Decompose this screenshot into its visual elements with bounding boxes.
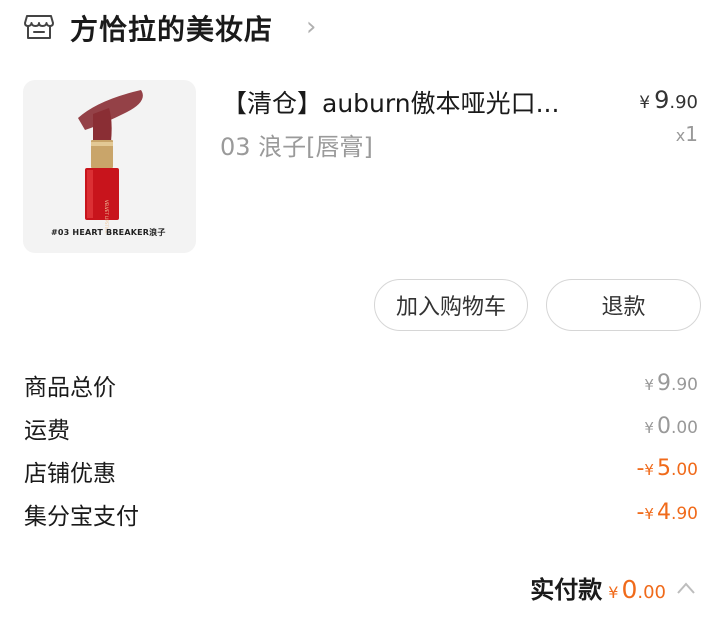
summary-value-shop-discount: -¥ 5.00 xyxy=(636,456,698,481)
paid-total[interactable]: 实付款 ¥0.00 xyxy=(530,570,696,605)
product-image-caption: #03 HEART BREAKER浪子 xyxy=(51,228,166,237)
product-price: ¥9.90 xyxy=(639,86,698,114)
product-title[interactable]: 【清仓】auburn傲本哑光口... xyxy=(222,84,594,120)
summary-value-subtotal: ¥9.90 xyxy=(644,371,698,396)
add-to-cart-button[interactable]: 加入购物车 xyxy=(374,279,528,331)
product-image[interactable]: VELVET LIPSTICK #03 HEART BREAKER浪子 xyxy=(23,80,196,253)
summary-label-subtotal: 商品总价 xyxy=(24,375,116,401)
paid-value: ¥0.00 xyxy=(608,575,666,604)
summary-value-points-payment: -¥ 4.90 xyxy=(636,500,698,525)
shop-name[interactable]: 方恰拉的美妆店 xyxy=(70,8,273,48)
summary-label-points-payment: 集分宝支付 xyxy=(24,504,139,530)
store-icon xyxy=(24,15,54,39)
paid-label: 实付款 xyxy=(530,576,603,604)
summary-label-shop-discount: 店铺优惠 xyxy=(24,461,116,487)
chevron-up-icon[interactable] xyxy=(676,581,696,595)
product-variant: 03 浪子[唇膏] xyxy=(220,133,373,161)
summary-value-shipping: ¥0.00 xyxy=(644,414,698,439)
product-quantity: x1 xyxy=(675,122,698,146)
chevron-right-icon[interactable]: › xyxy=(306,12,316,42)
summary-label-shipping: 运费 xyxy=(24,418,70,444)
refund-button[interactable]: 退款 xyxy=(546,279,701,331)
